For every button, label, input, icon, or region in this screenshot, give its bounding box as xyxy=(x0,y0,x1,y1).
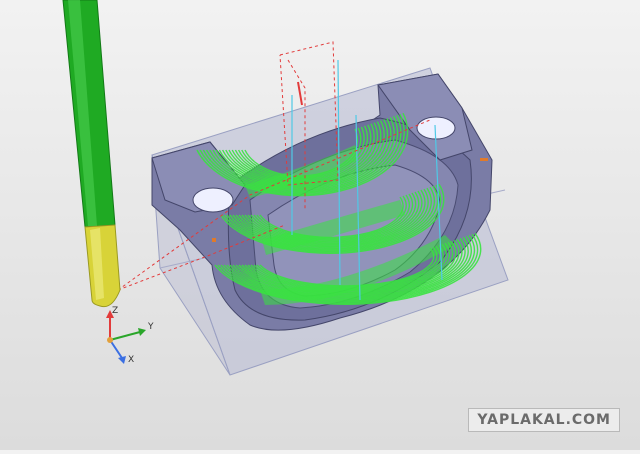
axis-y-label: Y xyxy=(147,322,154,332)
cam-3d-viewport[interactable]: Z Y X xyxy=(0,0,640,450)
watermark-label: YAPLAKAL.COM xyxy=(468,408,620,432)
scene-svg: Z Y X xyxy=(62,0,509,376)
axis-z-label: Z xyxy=(112,306,118,316)
bolt-hole-left xyxy=(192,187,234,213)
axis-x-label: X xyxy=(128,355,134,365)
axis-triad-icon: Z Y X xyxy=(106,306,154,365)
cutting-tool xyxy=(62,0,121,308)
